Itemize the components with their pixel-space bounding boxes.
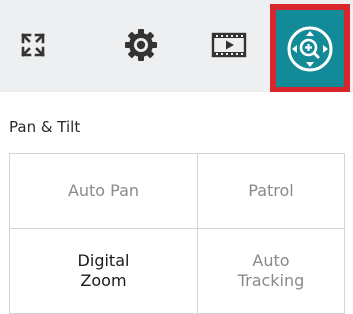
settings-button[interactable] xyxy=(108,12,174,78)
auto-tracking-button[interactable]: Auto Tracking xyxy=(198,229,345,314)
auto-pan-button[interactable]: Auto Pan xyxy=(10,154,198,229)
ptz-zoom-icon xyxy=(287,26,333,71)
ptz-button[interactable] xyxy=(270,4,350,92)
patrol-button[interactable]: Patrol xyxy=(198,154,345,229)
patrol-label: Patrol xyxy=(248,181,294,200)
gear-icon xyxy=(125,29,157,61)
fullscreen-icon xyxy=(21,33,45,57)
panel-title: Pan & Tilt xyxy=(9,118,81,136)
digital-zoom-label: Digital Zoom xyxy=(77,251,130,290)
video-player-icon xyxy=(211,32,247,58)
digital-zoom-button[interactable]: Digital Zoom xyxy=(10,229,198,314)
auto-tracking-label: Auto Tracking xyxy=(237,251,305,290)
auto-pan-label: Auto Pan xyxy=(67,181,140,200)
ptz-options-grid: Auto Pan Patrol Digital Zoom Auto Tracki… xyxy=(9,153,345,314)
toolbar xyxy=(0,0,353,92)
video-player-button[interactable] xyxy=(196,12,262,78)
fullscreen-button[interactable] xyxy=(0,12,66,78)
ptz-button-fill xyxy=(276,10,344,87)
